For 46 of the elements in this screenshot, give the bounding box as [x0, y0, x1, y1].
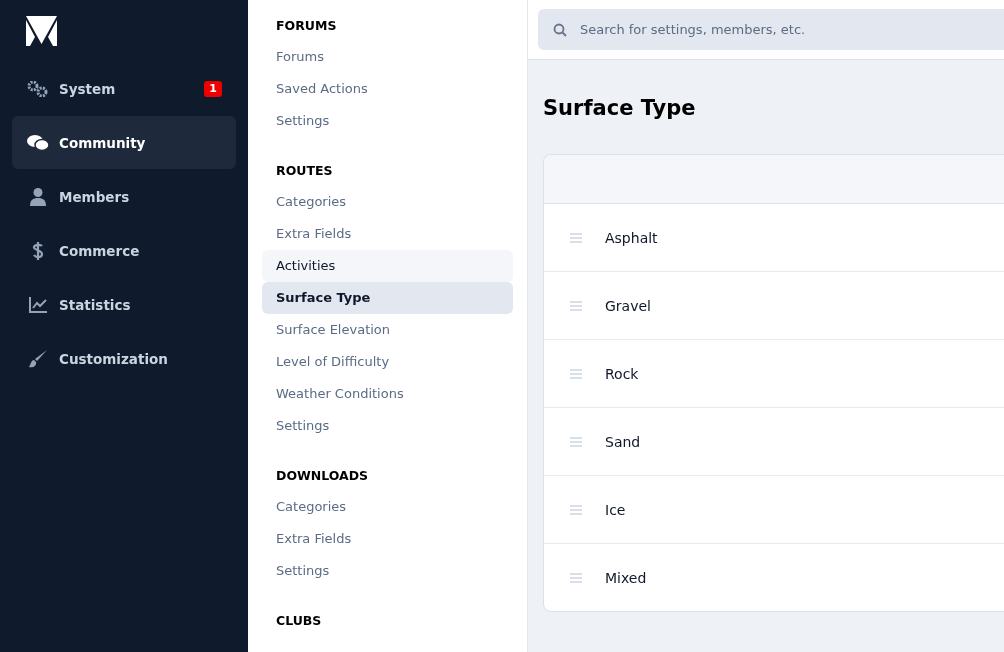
sub-nav-item[interactable]: Activities — [262, 250, 513, 282]
drag-handle-icon[interactable] — [570, 504, 582, 515]
page-title: Surface Type — [543, 96, 697, 120]
row-label: Sand — [605, 433, 641, 450]
nav-item[interactable]: Customization — [12, 332, 236, 385]
brush-icon — [27, 349, 49, 368]
section-heading: CLUBS — [275, 612, 323, 630]
notification-badge: 1 — [204, 80, 222, 97]
drag-handle-icon[interactable] — [570, 368, 582, 379]
section-heading: FORUMS — [275, 17, 338, 35]
drag-handle-icon[interactable] — [570, 232, 582, 243]
gears-icon — [27, 80, 49, 97]
chat-icon — [27, 133, 49, 152]
row-label: Rock — [605, 365, 639, 382]
nav-item[interactable]: Community — [12, 116, 236, 169]
sub-nav-item[interactable]: Categories — [262, 491, 513, 523]
nav-item[interactable]: Commerce — [12, 224, 236, 277]
row-label: Asphalt — [605, 229, 658, 246]
row-label: Gravel — [605, 297, 651, 314]
sub-nav-item[interactable]: Weather Conditions — [262, 378, 513, 410]
sub-nav-item[interactable]: Saved Actions — [262, 73, 513, 105]
sub-nav-item[interactable]: Level of Difficulty — [262, 346, 513, 378]
row-label: Ice — [605, 501, 626, 518]
nav-item[interactable]: Statistics — [12, 278, 236, 331]
sub-nav-item[interactable]: Settings — [262, 105, 513, 137]
drag-handle-icon[interactable] — [570, 572, 582, 583]
sub-nav-item[interactable]: Extra Fields — [262, 523, 513, 555]
sub-nav-item[interactable]: Settings — [262, 410, 513, 442]
sub-nav-item[interactable]: Forums — [262, 41, 513, 73]
search-icon — [553, 23, 567, 37]
drag-handle-icon[interactable] — [570, 436, 582, 447]
sub-nav-item[interactable]: Categories — [262, 186, 513, 218]
search-field[interactable]: Search for settings, members, etc. — [538, 9, 1004, 50]
sub-nav-item[interactable]: Surface Elevation — [262, 314, 513, 346]
section-heading: ROUTES — [275, 162, 334, 180]
nav-item[interactable]: System 1 — [12, 62, 236, 115]
person-icon — [27, 187, 49, 206]
drag-handle-icon[interactable] — [570, 300, 582, 311]
sub-nav-item[interactable]: Surface Type — [262, 282, 513, 314]
nav-item[interactable]: Members — [12, 170, 236, 223]
sub-nav-item[interactable]: Settings — [262, 555, 513, 587]
sub-nav-item[interactable]: Extra Fields — [262, 218, 513, 250]
row-label: Mixed — [605, 569, 647, 586]
line-chart-icon — [27, 296, 49, 313]
logo-icon — [26, 16, 57, 46]
section-heading: DOWNLOADS — [275, 467, 370, 485]
